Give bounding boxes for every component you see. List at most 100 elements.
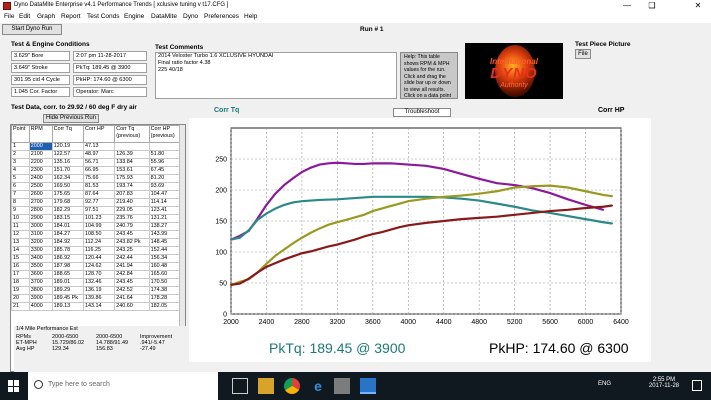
table-cell: 93.69: [148, 182, 182, 191]
table-cell: 3: [11, 158, 30, 167]
y-tick-label: 100: [215, 250, 227, 257]
table-row[interactable]: 11 3000 184.01 104.99 240.79 138.27: [11, 222, 182, 231]
data-point: [327, 245, 330, 248]
table-row[interactable]: 4 2300 151.70 66.95 153.61 67.45: [11, 166, 182, 175]
table-row[interactable]: 12 3100 184.27 108.50 243.45 143.99: [11, 230, 182, 239]
data-point: [425, 195, 427, 198]
table-cell: 13: [11, 238, 30, 247]
table-row[interactable]: 7 2600 175.65 87.64 207.83 104.47: [11, 190, 182, 199]
data-point: [460, 218, 463, 221]
menu-graph[interactable]: Graph: [37, 13, 55, 20]
data-point: [265, 262, 268, 265]
table-cell: 4000: [28, 302, 53, 311]
table-row[interactable]: 2 2100 122.57 48.97 126.39 51.80: [11, 150, 182, 159]
minimize-button[interactable]: —: [615, 0, 639, 12]
table-row[interactable]: 1 2000 120.19 47.13: [11, 142, 182, 151]
data-point: [584, 190, 587, 193]
data-point: [549, 184, 551, 187]
data-point: [389, 162, 392, 165]
data-point: [389, 205, 392, 208]
windows-start-icon[interactable]: [8, 380, 20, 392]
table-row[interactable]: 3 2200 135.16 56.71 133.84 55.96: [11, 158, 182, 167]
menu-engine[interactable]: Engine: [124, 13, 144, 20]
col-header: Corr Tq (previous): [114, 125, 150, 143]
table-cell: 189.29: [51, 286, 84, 295]
x-tick-label: 6400: [613, 319, 629, 326]
menu-test-conds[interactable]: Test Conds: [87, 13, 120, 20]
menu-report[interactable]: Report: [61, 13, 81, 20]
table-row[interactable]: 15 3400 186.92 120.44 242.44 156.34: [11, 254, 182, 263]
store-icon[interactable]: [334, 378, 350, 394]
data-point: [460, 197, 463, 200]
table-cell: 3800: [28, 286, 53, 295]
data-point: [531, 209, 534, 212]
menu-edit[interactable]: Edit: [19, 13, 30, 20]
close-button[interactable]: ✕: [686, 0, 710, 12]
data-point: [292, 177, 294, 180]
data-point: [549, 210, 551, 212]
x-tick-label: 4400: [436, 319, 452, 326]
table-row[interactable]: 21 4000 189.13 143.14 240.60 182.05: [11, 302, 182, 311]
data-point: [380, 162, 383, 165]
table-row[interactable]: 13 3200 184.92 112.24 243.82 Pk 148.45: [11, 238, 182, 247]
table-row[interactable]: 8 2700 179.68 92.77 219.40 114.14: [11, 198, 182, 207]
table-row[interactable]: 17 3600 188.65 128.70 242.84 165.60: [11, 270, 182, 279]
table-cell: 51.80: [148, 150, 182, 159]
data-point: [354, 216, 356, 219]
data-point: [354, 238, 356, 241]
table-row[interactable]: 5 2400 162.34 75.66 175.93 81.20: [11, 174, 182, 183]
table-row[interactable]: 18 3700 189.01 132.46 243.45 170.50: [11, 278, 182, 287]
chrome-icon[interactable]: [284, 378, 300, 394]
test-comments-box[interactable]: 2014 Veloster Turbo 1.6 XCLUSIVE HYUNDAI…: [155, 52, 397, 99]
table-cell: 193.74: [114, 182, 150, 191]
peak-readout-panel: PkTq: 189.45 @ 3900 PkHP: 174.60 @ 6300: [189, 332, 651, 362]
hide-previous-run-button[interactable]: Hide Previous Run: [43, 114, 99, 123]
data-point: [549, 192, 551, 194]
maximize-button[interactable]: ❑: [640, 0, 664, 12]
file-button[interactable]: File: [575, 49, 591, 59]
table-cell: 101.23: [82, 214, 116, 223]
data-point: [442, 220, 445, 222]
table-row[interactable]: 20 3900 189.45 Pk 139.86 241.64 178.28: [11, 294, 182, 303]
table-cell: 138.27: [148, 222, 182, 231]
start-dyno-run-button[interactable]: Start Dyno Run: [2, 24, 62, 35]
data-point: [478, 177, 481, 180]
table-cell: 235.76: [114, 214, 150, 223]
data-point: [309, 166, 312, 169]
table-cell: 207.83: [114, 190, 150, 199]
task-view-icon[interactable]: [232, 378, 248, 394]
table-row[interactable]: 10 2900 183.15 101.23 235.76 131.21: [11, 214, 182, 223]
table-cell: 47.13: [82, 142, 116, 151]
table-row[interactable]: 19 3800 189.29 136.19 242.52 174.38: [11, 286, 182, 295]
table-cell: 81.53: [82, 182, 116, 191]
table-cell: 243.45: [114, 278, 150, 287]
table-row[interactable]: 9 2800 182.29 97.51 229.05 123.41: [11, 206, 182, 215]
table-row[interactable]: 14 3300 185.78 116.25 243.25 152.44: [11, 246, 182, 255]
data-point: [274, 254, 277, 257]
table-cell: 2900: [28, 214, 53, 223]
menu-file[interactable]: File: [4, 13, 14, 20]
dyno-chart[interactable]: 2000 2400 2800 3200 3600 4000 4400 4800 5200 5600…: [189, 118, 651, 332]
menu-help[interactable]: Help: [244, 13, 257, 20]
table-cell: 131.21: [148, 214, 182, 223]
data-point: [336, 198, 339, 201]
notifications-icon[interactable]: [692, 380, 702, 391]
table-cell: 3900: [28, 294, 53, 303]
search-box[interactable]: Type here to search: [28, 372, 218, 400]
table-row[interactable]: 6 2500 169.50 81.53 193.74 93.69: [11, 182, 182, 191]
menu-bar: File Edit Graph Report Test Conds Engine…: [0, 12, 711, 23]
dyno-app-taskbar-icon[interactable]: [360, 378, 376, 394]
table-row[interactable]: 16 3500 187.98 124.62 241.94 160.48: [11, 262, 182, 271]
data-point: [513, 213, 516, 216]
table-cell: 55.96: [148, 158, 182, 167]
menu-datamite[interactable]: DataMite: [151, 13, 177, 20]
troubleshoot-button[interactable]: Troubleshoot: [393, 108, 451, 117]
data-point: [327, 223, 330, 226]
table-cell: 6: [11, 182, 30, 191]
data-point: [531, 187, 534, 190]
table-cell: 3200: [28, 238, 53, 247]
file-explorer-icon[interactable]: [258, 378, 274, 394]
menu-preferences[interactable]: Preferences: [204, 13, 239, 20]
edge-icon[interactable]: e: [310, 378, 326, 394]
menu-dyno[interactable]: Dyno: [183, 13, 198, 20]
